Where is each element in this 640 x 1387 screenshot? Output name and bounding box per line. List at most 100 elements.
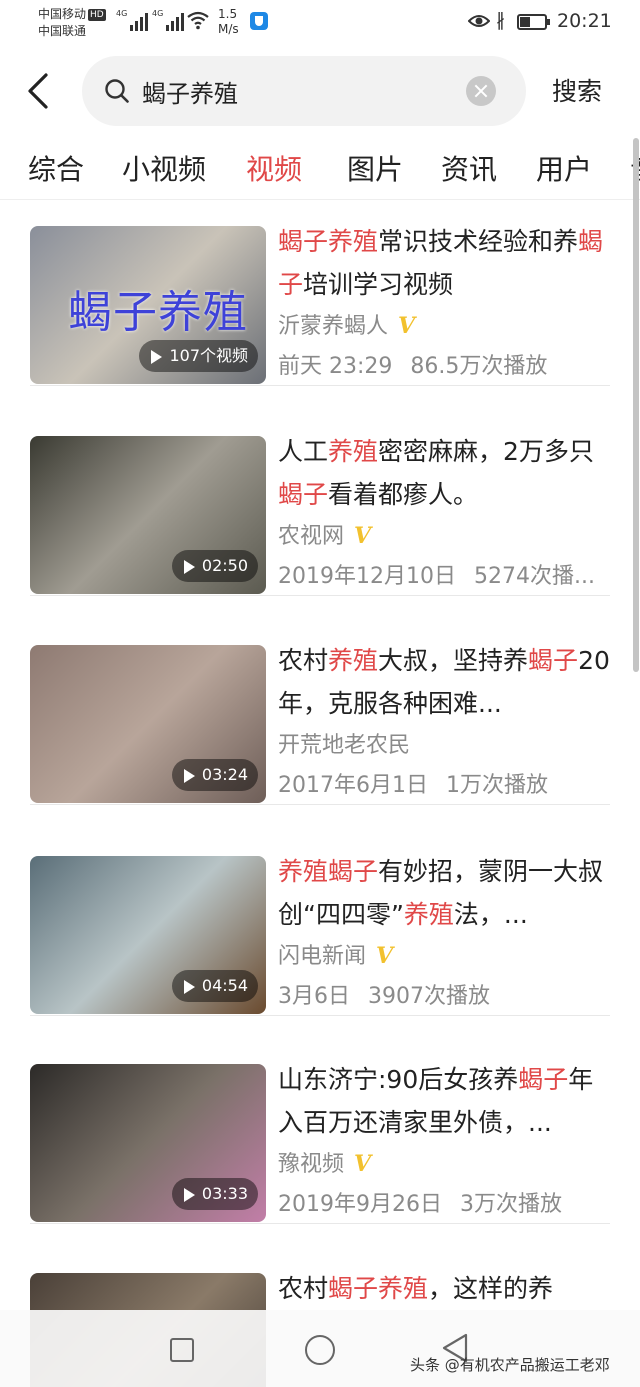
divider — [30, 1223, 610, 1224]
play-count: 5274次播... — [473, 564, 595, 589]
bluetooth-icon: ∦ — [496, 10, 505, 31]
title-segment: 法，... — [453, 900, 528, 929]
author-row: 豫视频 V — [278, 1146, 371, 1178]
publish-date: 2017年6月1日 — [278, 773, 428, 798]
eye-icon — [468, 15, 490, 27]
verified-v-icon: V — [376, 943, 394, 969]
watermark: 头条 @有机农产品搬运工老邓 — [410, 1356, 610, 1374]
title-segment: 山东济宁:90后女孩养 — [278, 1065, 519, 1094]
author-name[interactable]: 开荒地老农民 — [278, 733, 410, 758]
title-segment: 养殖蝎子 — [278, 857, 379, 886]
author-row: 沂蒙养蝎人 V — [278, 308, 415, 340]
divider — [30, 804, 610, 805]
tab-0[interactable]: 综合 — [28, 148, 84, 188]
title-segment: ，这样的养 — [428, 1274, 554, 1303]
recents-button[interactable] — [170, 1338, 194, 1362]
title-segment: 常识技术经验和养 — [378, 227, 579, 256]
duration-text: 107个视频 — [169, 346, 248, 365]
play-count: 3万次播放 — [459, 1192, 562, 1217]
video-result-item[interactable]: 蝎子养殖 107个视频 蝎子养殖常识技术经验和养蝎子培训学习视频 沂蒙养蝎人 V 前天 2… — [30, 208, 610, 386]
carrier-2: 中国联通 — [38, 24, 87, 38]
divider — [30, 385, 610, 386]
duration-badge: 03:33 — [171, 1178, 258, 1210]
title-segment: 蝎子养殖 — [278, 227, 379, 256]
publish-date: 2019年12月10日 — [278, 564, 456, 589]
video-result-item[interactable]: 04:54 养殖蝎子有妙招，蒙阴一大叔创“四四零”养殖法，... 闪电新闻 V 3月6日… — [30, 838, 610, 1016]
duration-badge: 04:54 — [171, 970, 258, 1002]
category-tabs: 综合小视频视频图片资讯用户音 — [0, 134, 640, 200]
signal-icon: 4G — [116, 9, 149, 31]
clear-icon[interactable] — [466, 76, 496, 106]
play-count: 3907次播放 — [368, 984, 490, 1009]
search-button[interactable]: 搜索 — [552, 72, 602, 108]
author-row: 开荒地老农民 — [278, 727, 410, 759]
title-segment: 蝎子 — [528, 646, 579, 675]
author-name[interactable]: 闪电新闻 — [278, 944, 366, 969]
video-title[interactable]: 山东济宁:90后女孩养蝎子年入百万还清家里外债，... — [278, 1058, 610, 1148]
play-icon — [183, 1188, 195, 1202]
carrier-info: 中国移动 HD 中国联通 — [38, 6, 106, 40]
system-nav-bar: 头条 @有机农产品搬运工老邓 — [0, 1310, 640, 1387]
publish-date: 3月6日 — [278, 984, 350, 1009]
title-segment: 人工 — [278, 437, 329, 466]
video-thumbnail[interactable]: 03:24 — [30, 645, 266, 803]
thumbnail-overlay-text: 蝎子养殖 — [68, 287, 248, 338]
video-title[interactable]: 蝎子养殖常识技术经验和养蝎子培训学习视频 — [278, 220, 610, 310]
play-icon — [183, 980, 195, 994]
status-bar: 中国移动 HD 中国联通 4G 4G 1.5 M/s ∦ 20:21 — [0, 0, 640, 44]
tab-3[interactable]: 图片 — [347, 148, 403, 188]
back-button[interactable] — [22, 66, 62, 116]
video-thumbnail[interactable]: 03:33 — [30, 1064, 266, 1222]
hd-badge: HD — [88, 9, 106, 21]
video-title[interactable]: 农村养殖大叔，坚持养蝎子20年，克服各种困难... — [278, 639, 610, 729]
wifi-icon — [187, 11, 209, 30]
duration-badge: 03:24 — [171, 759, 258, 791]
divider — [30, 1015, 610, 1016]
video-title[interactable]: 人工养殖密密麻麻，2万多只蝎子看着都瘆人。 — [278, 430, 610, 520]
title-segment: 大叔，坚持养 — [378, 646, 529, 675]
net-speed-value: 1.5 — [218, 7, 238, 21]
verified-v-icon: V — [398, 313, 416, 339]
verified-v-icon: V — [354, 523, 372, 549]
signal-icon: 4G — [152, 9, 185, 31]
signal-1-tag: 4G — [116, 9, 128, 18]
verified-v-icon: V — [354, 1151, 372, 1177]
tab-5[interactable]: 用户 — [536, 148, 592, 188]
meta-row: 2019年12月10日 5274次播... — [278, 558, 610, 590]
video-result-item[interactable]: 03:33 山东济宁:90后女孩养蝎子年入百万还清家里外债，... 豫视频 V 2019… — [30, 1046, 610, 1224]
tab-2[interactable]: 视频 — [246, 148, 302, 188]
battery-icon — [517, 14, 550, 30]
search-box[interactable] — [82, 56, 526, 126]
video-result-item[interactable]: 02:50 人工养殖密密麻麻，2万多只蝎子看着都瘆人。农视网 V 2019年12月10… — [30, 418, 610, 596]
scrollbar[interactable] — [633, 138, 639, 672]
video-thumbnail[interactable]: 蝎子养殖 107个视频 — [30, 226, 266, 384]
video-result-item[interactable]: 03:24 农村养殖大叔，坚持养蝎子20年，克服各种困难... 开荒地老农民 2017… — [30, 627, 610, 805]
video-title[interactable]: 养殖蝎子有妙招，蒙阴一大叔创“四四零”养殖法，... — [278, 850, 610, 940]
carrier-1: 中国移动 — [38, 7, 87, 21]
meta-row: 2019年9月26日 3万次播放 — [278, 1186, 610, 1218]
title-segment: 养殖 — [403, 900, 454, 929]
meta-row: 3月6日 3907次播放 — [278, 978, 610, 1010]
author-name[interactable]: 农视网 — [278, 524, 344, 549]
video-thumbnail[interactable]: 02:50 — [30, 436, 266, 594]
tab-1[interactable]: 小视频 — [122, 148, 206, 188]
duration-text: 03:24 — [201, 765, 248, 784]
duration-badge: 107个视频 — [139, 340, 258, 372]
video-thumbnail[interactable]: 04:54 — [30, 856, 266, 1014]
play-count: 86.5万次播放 — [410, 354, 548, 379]
title-segment: 农村 — [278, 1274, 329, 1303]
divider — [30, 595, 610, 596]
title-segment: 蝎子养殖 — [328, 1274, 429, 1303]
net-speed-unit: M/s — [218, 22, 239, 36]
battery-fill — [520, 17, 530, 27]
home-button[interactable] — [305, 1335, 335, 1365]
tab-4[interactable]: 资讯 — [441, 148, 497, 188]
search-icon — [105, 79, 129, 103]
title-segment: 密密麻麻，2万多只 — [378, 437, 594, 466]
author-name[interactable]: 豫视频 — [278, 1152, 344, 1177]
title-segment: 养殖 — [328, 646, 379, 675]
author-name[interactable]: 沂蒙养蝎人 — [278, 314, 388, 339]
search-input[interactable] — [142, 74, 462, 108]
publish-date: 2019年9月26日 — [278, 1192, 442, 1217]
meta-row: 2017年6月1日 1万次播放 — [278, 767, 610, 799]
